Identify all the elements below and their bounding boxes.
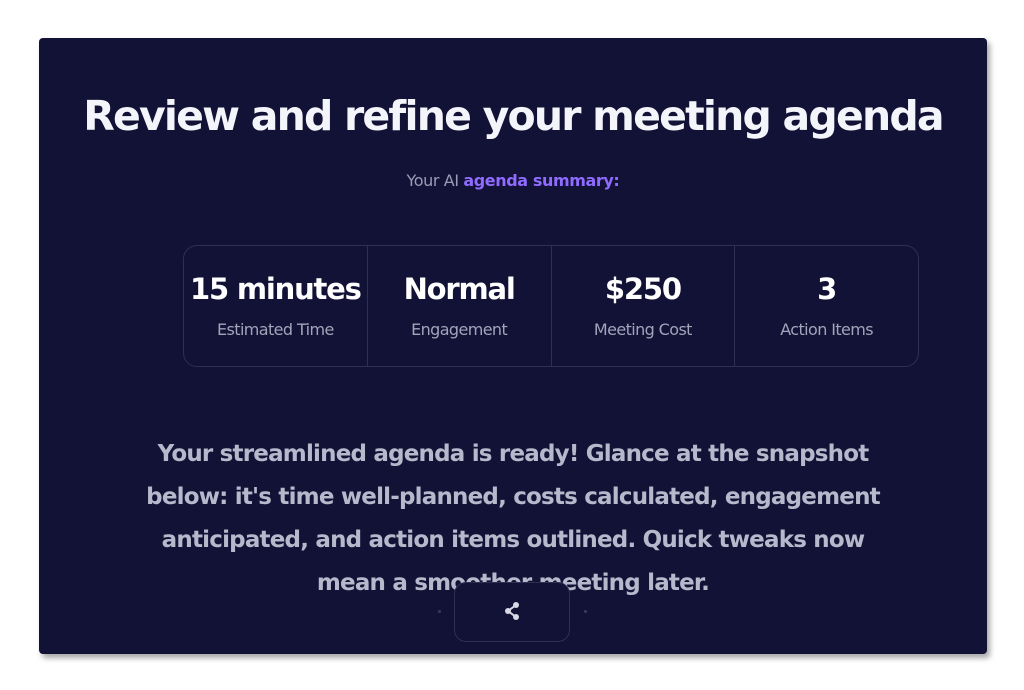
stat-value: 3 (817, 272, 837, 306)
stat-label: Estimated Time (217, 320, 334, 339)
agenda-summary-panel: Review and refine your meeting agenda Yo… (39, 38, 987, 654)
page-title: Review and refine your meeting agenda (83, 92, 944, 140)
agenda-description: Your streamlined agenda is ready! Glance… (146, 441, 880, 596)
stat-value: $250 (604, 272, 682, 306)
stat-label: Action Items (780, 320, 873, 339)
stat-value: 15 minutes (190, 272, 362, 306)
stat-value: Normal (403, 272, 516, 306)
share-icon (502, 601, 522, 625)
stats-card: 15 minutes Estimated Time Normal Engagem… (183, 245, 919, 367)
stat-estimated-time: 15 minutes Estimated Time (184, 246, 368, 366)
carousel-dot (438, 610, 441, 613)
stat-engagement: Normal Engagement (368, 246, 552, 366)
subtitle-highlight: agenda summary: (463, 171, 620, 190)
page-subtitle: Your AI agenda summary: (39, 171, 987, 190)
subtitle-prefix: Your AI (406, 171, 464, 190)
stat-label: Meeting Cost (593, 320, 693, 339)
carousel-dot (584, 610, 587, 613)
stat-action-items: 3 Action Items (735, 246, 918, 366)
stat-label: Engagement (411, 320, 508, 339)
stat-meeting-cost: $250 Meeting Cost (552, 246, 736, 366)
share-button[interactable] (454, 582, 570, 642)
